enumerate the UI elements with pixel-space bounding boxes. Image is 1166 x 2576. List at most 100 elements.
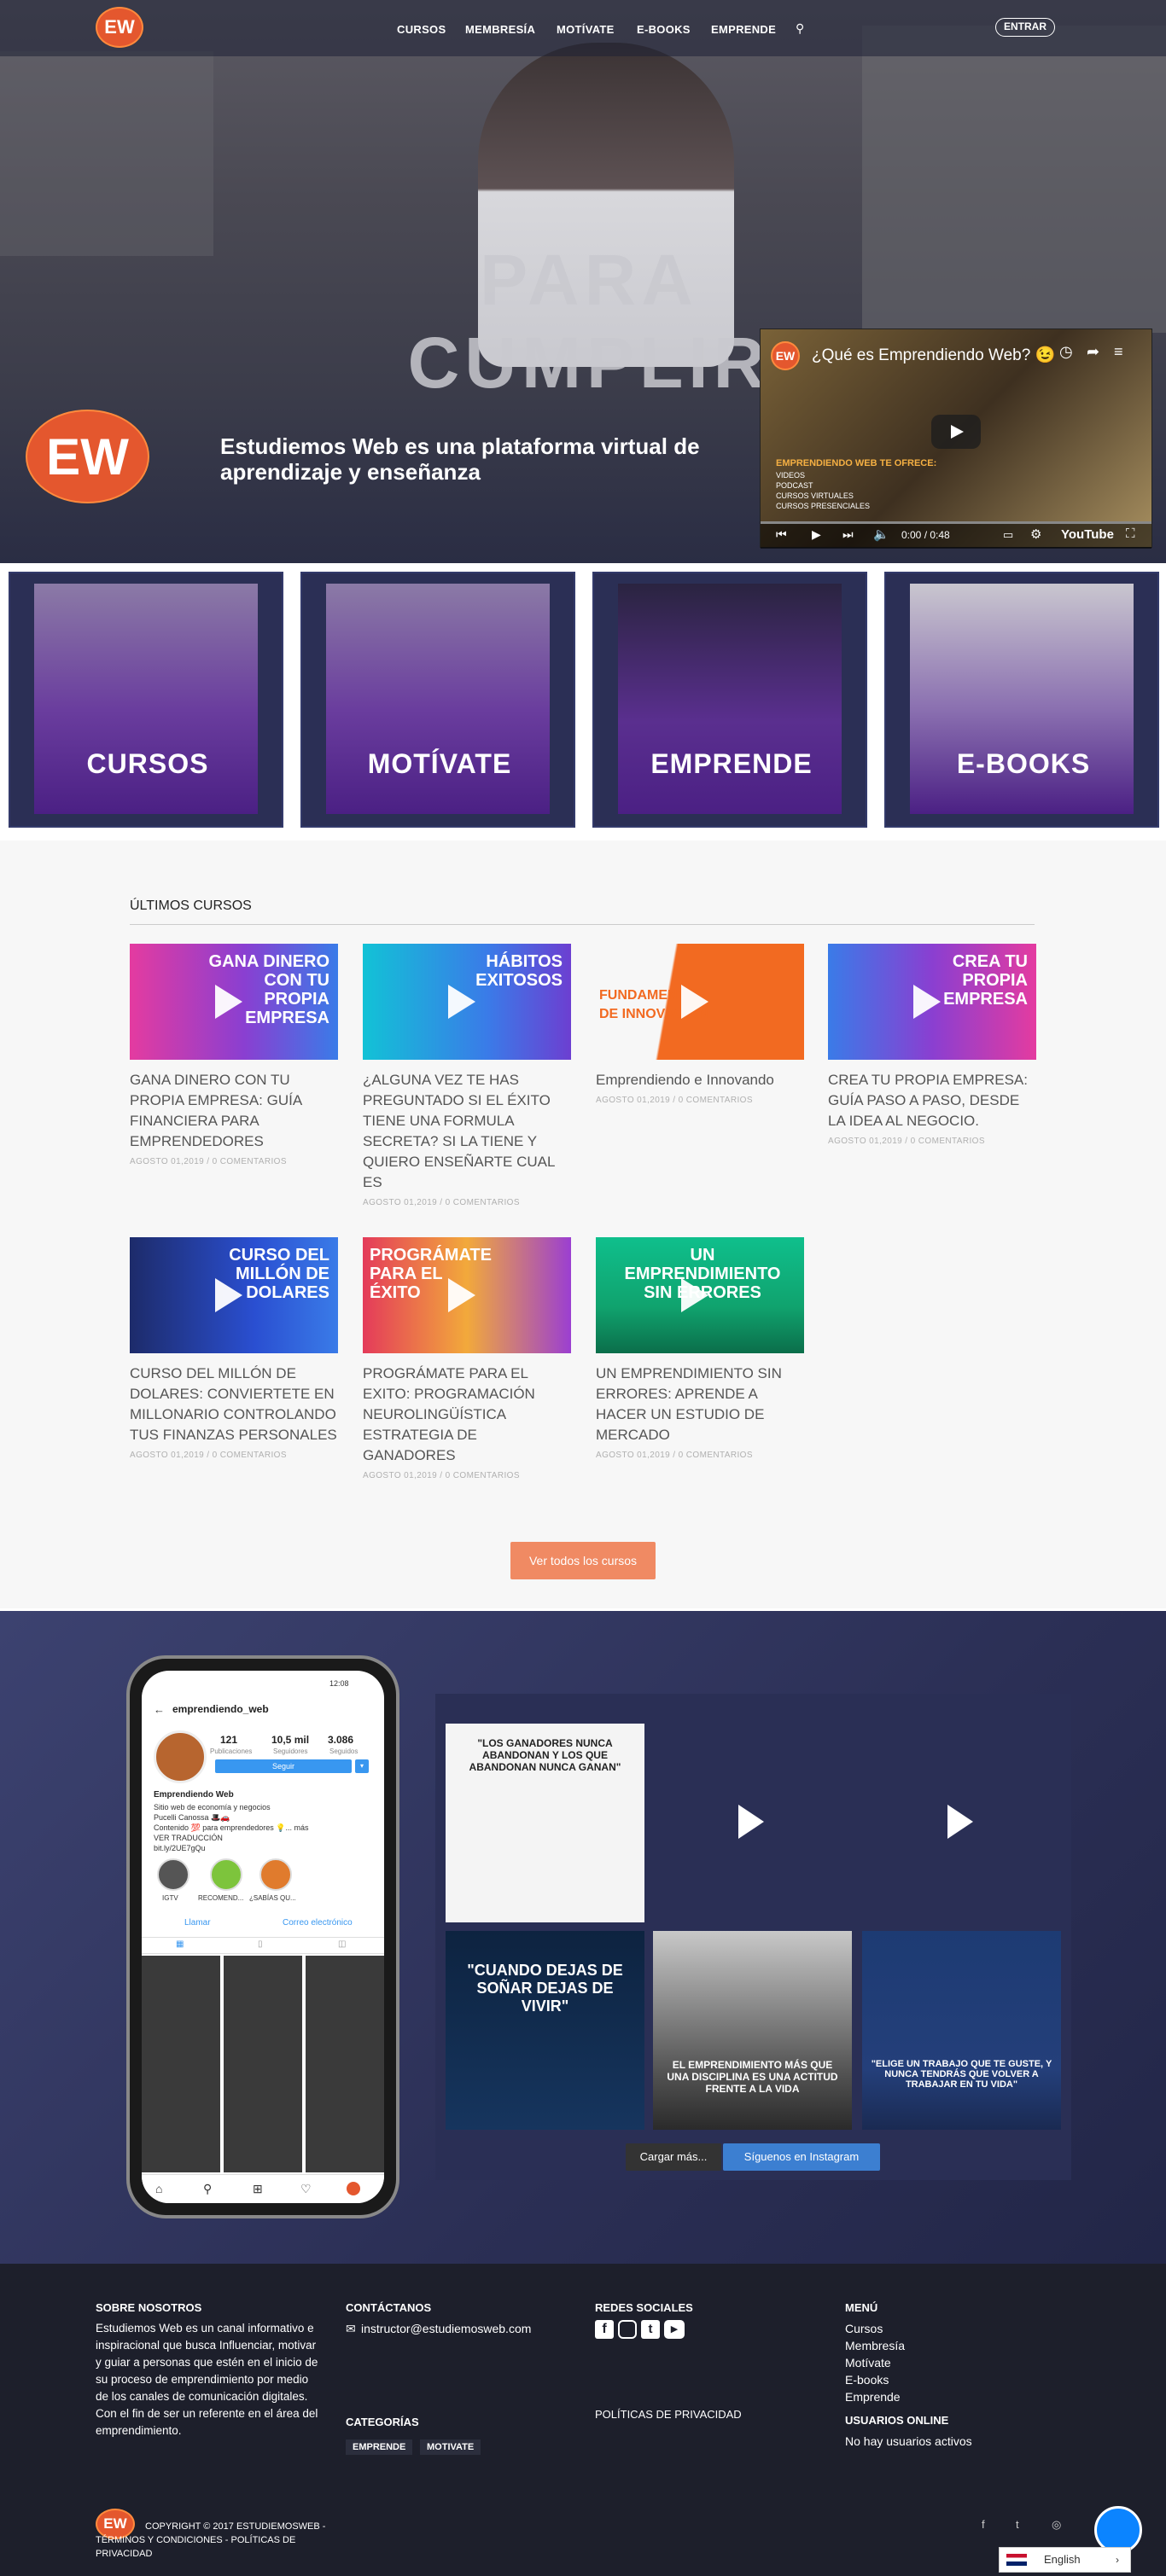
video-post-play-icon[interactable] xyxy=(738,1805,764,1839)
course-card[interactable]: PROGRÁMATE PARA EL ÉXITO PROGRÁMATE PARA… xyxy=(363,1237,571,1480)
footer-menu-membresia[interactable]: Membresía xyxy=(845,2337,905,2354)
highlight-igtv[interactable] xyxy=(157,1858,189,1891)
instagram-icon[interactable]: ◎ xyxy=(1052,2518,1061,2532)
course-title[interactable]: ¿ALGUNA VEZ TE HAS PREGUNTADO SI EL ÉXIT… xyxy=(363,1070,571,1193)
igtv-icon[interactable]: ▯ xyxy=(258,1939,263,1949)
course-card[interactable]: GANA DINERO CON TU PROPIA EMPRESA GANA D… xyxy=(130,944,338,1166)
nav-motivate[interactable]: MOTÍVATE xyxy=(557,23,615,36)
captions-icon[interactable]: ▭ xyxy=(1003,528,1013,542)
nav-emprende[interactable]: EMPRENDE xyxy=(711,23,776,36)
category-tile-ebooks[interactable]: E-BOOKS xyxy=(884,572,1159,828)
twitter-icon[interactable]: t xyxy=(641,2320,660,2339)
course-thumbnail[interactable]: FUNDAMENTOS DE INNOVACIÓN xyxy=(596,944,804,1060)
contact-email[interactable]: instructor@estudiemosweb.com xyxy=(361,2320,531,2337)
course-title[interactable]: CREA TU PROPIA EMPRESA: GUÍA PASO A PASO… xyxy=(828,1070,1036,1131)
course-thumbnail[interactable]: GANA DINERO CON TU PROPIA EMPRESA xyxy=(130,944,338,1060)
posts-grid[interactable] xyxy=(142,1956,384,2172)
play-icon[interactable] xyxy=(448,985,475,1019)
instagram-post[interactable] xyxy=(653,1724,852,1922)
instagram-post[interactable]: "ELIGE UN TRABAJO QUE TE GUSTE, Y NUNCA … xyxy=(862,1931,1061,2130)
instagram-post[interactable]: "LOS GANADORES NUNCA ABANDONAN Y LOS QUE… xyxy=(446,1724,644,1922)
course-card[interactable]: HÁBITOS EXITOSOS ¿ALGUNA VEZ TE HAS PREG… xyxy=(363,944,571,1207)
instagram-post[interactable]: EL EMPRENDIMIENTO MÁS QUE UNA DISCIPLINA… xyxy=(653,1931,852,2130)
youtube-icon[interactable]: ▶ xyxy=(664,2320,685,2339)
volume-icon[interactable]: 🔈 xyxy=(873,526,889,542)
share-icon[interactable]: ➦ xyxy=(1087,343,1099,361)
play-icon[interactable] xyxy=(448,1278,475,1312)
course-thumbnail[interactable]: HÁBITOS EXITOSOS xyxy=(363,944,571,1060)
video-progress-bar[interactable] xyxy=(761,521,1151,524)
play-icon[interactable]: ▶ xyxy=(812,527,821,542)
video-title[interactable]: ¿Qué es Emprendiendo Web? 😉 xyxy=(812,345,1055,365)
follow-button[interactable]: Seguir xyxy=(215,1759,352,1773)
play-icon[interactable] xyxy=(215,1278,242,1312)
settings-gear-icon[interactable]: ⚙ xyxy=(1030,526,1041,542)
play-icon[interactable] xyxy=(215,985,242,1019)
footer-menu-ebooks[interactable]: E-books xyxy=(845,2371,889,2388)
course-thumbnail[interactable]: CREA TU PROPIA EMPRESA xyxy=(828,944,1036,1060)
facebook-icon[interactable]: f xyxy=(982,2518,985,2531)
back-arrow-icon[interactable]: ← xyxy=(154,1703,165,1716)
youtube-logo[interactable]: YouTube xyxy=(1061,527,1114,542)
highlight-recomend[interactable] xyxy=(210,1858,242,1891)
course-card[interactable]: FUNDAMENTOS DE INNOVACIÓN Emprendiendo e… xyxy=(596,944,804,1105)
search-icon[interactable]: ⚲ xyxy=(203,2182,212,2196)
load-more-button[interactable]: Cargar más... xyxy=(626,2143,721,2171)
footer-menu-cursos[interactable]: Cursos xyxy=(845,2320,883,2337)
view-all-courses-button[interactable]: Ver todos los cursos xyxy=(510,1542,656,1579)
login-button[interactable]: ENTRAR xyxy=(995,18,1055,37)
play-icon[interactable] xyxy=(681,985,708,1019)
youtube-video-embed[interactable]: EW ¿Qué es Emprendiendo Web? 😉 ◷ ➦ ≡ EMP… xyxy=(760,329,1152,549)
footer-menu-emprende[interactable]: Emprende xyxy=(845,2388,901,2405)
grid-icon[interactable]: ▦ xyxy=(176,1939,184,1949)
site-logo[interactable]: EW xyxy=(96,7,143,48)
play-icon[interactable] xyxy=(681,1278,708,1312)
footer-menu-motivate[interactable]: Motívate xyxy=(845,2354,891,2371)
course-card[interactable]: UN EMPRENDIMIENTO SIN ERRORES UN EMPREND… xyxy=(596,1237,804,1460)
category-tile-emprende[interactable]: EMPRENDE xyxy=(592,572,867,828)
home-icon[interactable]: ⌂ xyxy=(155,2182,162,2195)
course-title[interactable]: PROGRÁMATE PARA EL EXITO: PROGRAMACIÓN N… xyxy=(363,1364,571,1466)
language-selector[interactable]: English › xyxy=(999,2547,1131,2573)
video-post-play-icon[interactable] xyxy=(947,1805,973,1839)
course-thumbnail[interactable]: PROGRÁMATE PARA EL ÉXITO xyxy=(363,1237,571,1353)
course-card[interactable]: CREA TU PROPIA EMPRESA CREA TU PROPIA EM… xyxy=(828,944,1036,1146)
dropdown-icon[interactable]: ▾ xyxy=(355,1759,369,1773)
category-tile-cursos[interactable]: CURSOS xyxy=(9,572,283,828)
video-play-button[interactable] xyxy=(931,415,981,449)
course-card[interactable]: CURSO DEL MILLÓN DE DOLARES CURSO DEL MI… xyxy=(130,1237,338,1460)
instagram-post[interactable]: "CUANDO DEJAS DE SOÑAR DEJAS DE VIVIR" xyxy=(446,1931,644,2130)
call-link[interactable]: Llamar xyxy=(184,1918,211,1928)
facebook-icon[interactable]: f xyxy=(595,2320,614,2339)
next-icon[interactable]: ⏭ xyxy=(842,527,854,542)
privacy-link[interactable]: POLÍTICAS DE PRIVACIDAD xyxy=(595,2406,742,2423)
course-thumbnail[interactable]: CURSO DEL MILLÓN DE DOLARES xyxy=(130,1237,338,1353)
heart-icon[interactable]: ♡ xyxy=(300,2182,312,2196)
category-tag[interactable]: EMPRENDE xyxy=(346,2439,413,2455)
instagram-post[interactable] xyxy=(862,1724,1061,1922)
email-link[interactable]: Correo electrónico xyxy=(283,1918,353,1928)
course-title[interactable]: UN EMPRENDIMIENTO SIN ERRORES: APRENDE A… xyxy=(596,1364,804,1445)
twitter-icon[interactable]: t xyxy=(1016,2518,1019,2531)
nav-membresia[interactable]: MEMBRESÍA xyxy=(465,23,535,36)
nav-ebooks[interactable]: E-BOOKS xyxy=(637,23,691,36)
follow-instagram-button[interactable]: Síguenos en Instagram xyxy=(723,2143,880,2171)
instagram-icon[interactable] xyxy=(618,2320,637,2339)
course-title[interactable]: Emprendiendo e Innovando xyxy=(596,1070,804,1090)
highlight-sabias[interactable] xyxy=(259,1858,292,1891)
previous-icon[interactable]: ⏮ xyxy=(776,527,787,542)
play-icon[interactable] xyxy=(913,985,941,1019)
category-tile-motivate[interactable]: MOTÍVATE xyxy=(300,572,575,828)
new-post-icon[interactable]: ⊞ xyxy=(253,2182,263,2196)
profile-icon[interactable] xyxy=(347,2182,360,2195)
fullscreen-icon[interactable]: ⛶ xyxy=(1126,526,1135,541)
course-title[interactable]: CURSO DEL MILLÓN DE DOLARES: CONVIERTETE… xyxy=(130,1364,338,1445)
course-thumbnail[interactable]: UN EMPRENDIMIENTO SIN ERRORES xyxy=(596,1237,804,1353)
search-icon[interactable]: ⚲ xyxy=(796,21,804,36)
playlist-icon[interactable]: ≡ xyxy=(1114,343,1123,361)
tagged-icon[interactable]: ◫ xyxy=(338,1939,346,1949)
nav-cursos[interactable]: CURSOS xyxy=(397,23,446,36)
category-tag[interactable]: MOTIVATE xyxy=(420,2439,481,2455)
course-title[interactable]: GANA DINERO CON TU PROPIA EMPRESA: GUÍA … xyxy=(130,1070,338,1152)
watch-later-icon[interactable]: ◷ xyxy=(1059,343,1073,361)
